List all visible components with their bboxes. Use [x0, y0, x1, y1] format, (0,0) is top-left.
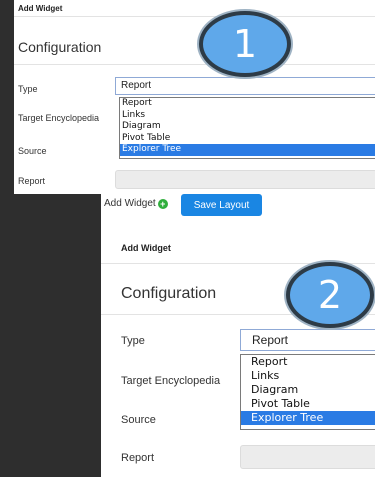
option-explorer-tree[interactable]: Explorer Tree	[120, 144, 375, 156]
source-label: Source	[18, 146, 47, 156]
panel-title: Add Widget	[121, 243, 171, 253]
report-label: Report	[18, 176, 46, 186]
option-diagram[interactable]: Diagram	[241, 383, 375, 397]
option-explorer-tree[interactable]: Explorer Tree	[241, 411, 375, 425]
report-select[interactable]	[240, 445, 375, 469]
target-encyclopedia-label: Target Encyclopedia	[18, 113, 100, 123]
type-select[interactable]: Report	[240, 329, 375, 351]
option-diagram[interactable]: Diagram	[120, 121, 375, 133]
save-layout-button[interactable]: Save Layout	[181, 194, 262, 216]
section-title: Configuration	[18, 39, 102, 55]
plus-circle-icon: +	[157, 199, 168, 209]
option-pivot-table[interactable]: Pivot Table	[120, 133, 375, 145]
section-title: Configuration	[121, 285, 217, 302]
source-label: Source	[121, 414, 156, 426]
step-2-badge: 2	[286, 262, 374, 328]
divider	[14, 16, 375, 17]
add-widget-label: Add Widget	[104, 198, 156, 209]
step-1-badge: 1	[199, 11, 291, 77]
option-report[interactable]: Report	[241, 355, 375, 369]
report-select[interactable]	[115, 170, 375, 189]
report-label: Report	[121, 452, 155, 464]
type-dropdown-list: Report Links Diagram Pivot Table Explore…	[119, 97, 375, 159]
target-encyclopedia-label: Target Encyclopedia	[121, 375, 221, 387]
option-links[interactable]: Links	[120, 110, 375, 122]
divider	[14, 64, 375, 65]
type-select[interactable]: Report	[115, 77, 375, 95]
add-widget-link[interactable]: Add Widget +	[104, 198, 168, 209]
option-report[interactable]: Report	[120, 98, 375, 110]
option-pivot-table[interactable]: Pivot Table	[241, 397, 375, 411]
type-label: Type	[18, 84, 38, 94]
type-label: Type	[121, 335, 145, 347]
option-links[interactable]: Links	[241, 369, 375, 383]
panel-title: Add Widget	[18, 4, 63, 13]
widget-panel-1: Add Widget Configuration Type Report Rep…	[14, 0, 375, 194]
type-dropdown-list: Report Links Diagram Pivot Table Explore…	[240, 354, 375, 430]
